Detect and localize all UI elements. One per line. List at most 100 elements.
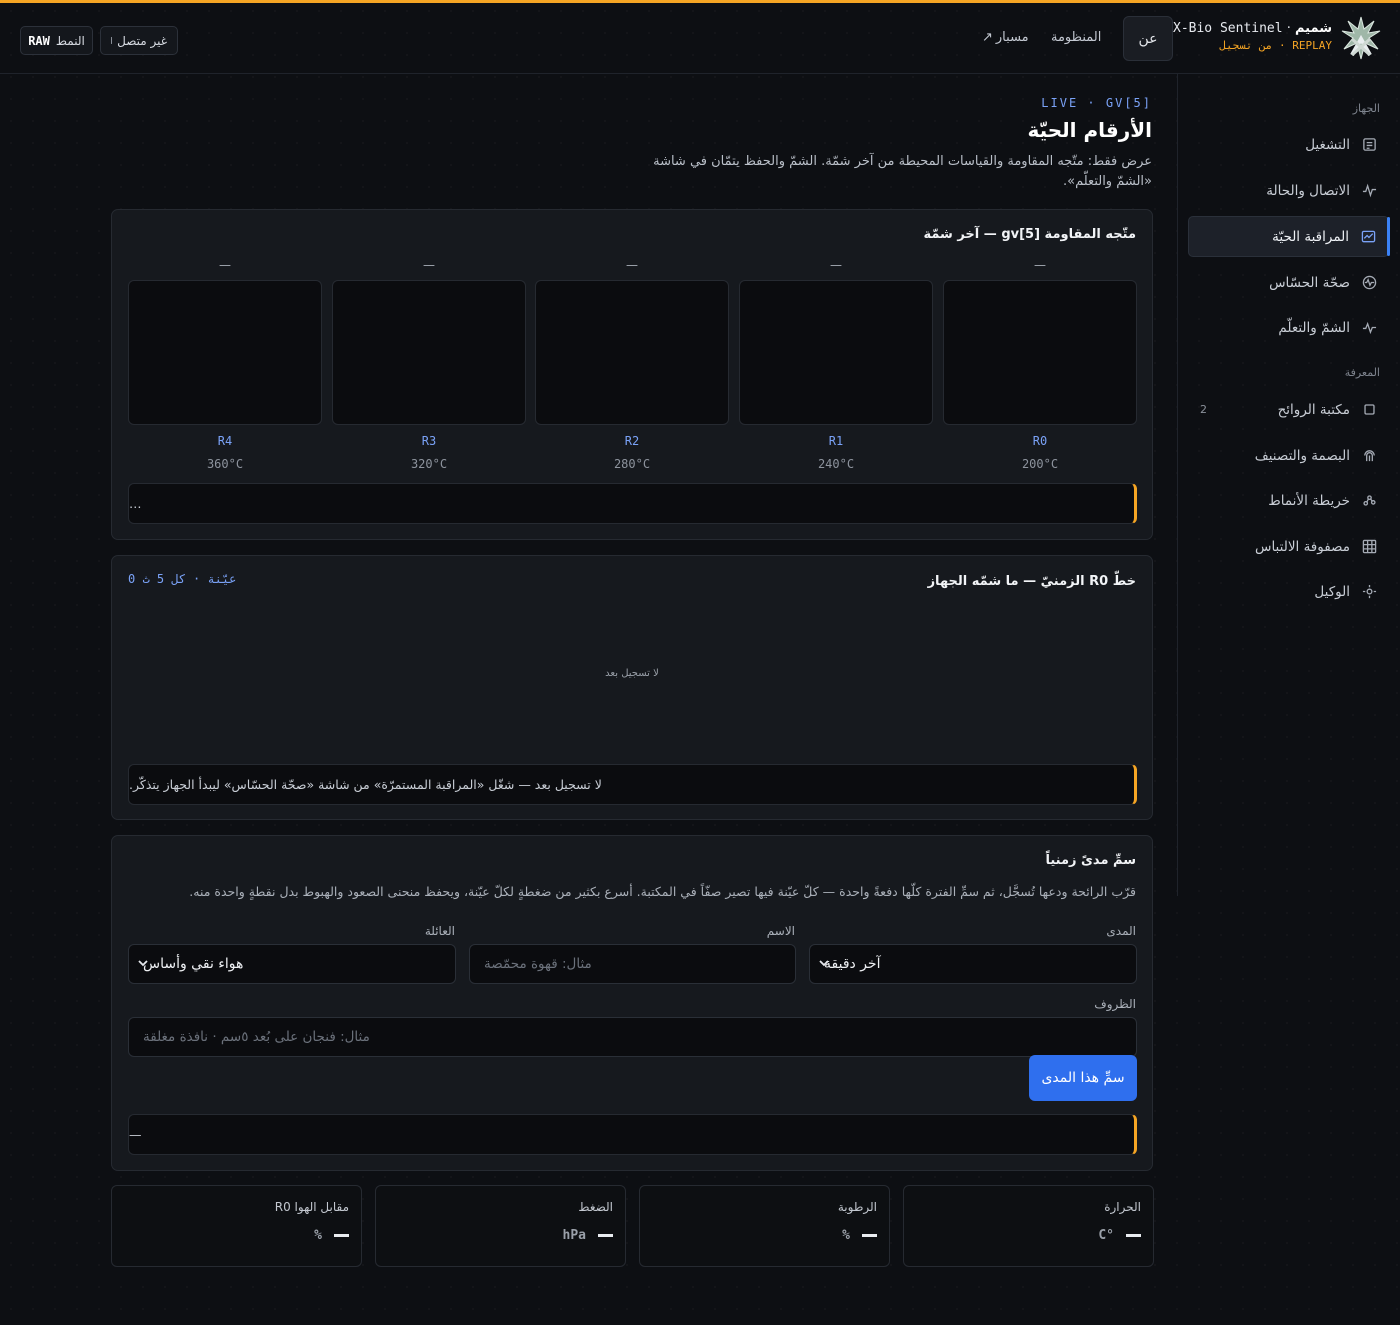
stat-unit: % (842, 1228, 850, 1243)
stat-humidity: الرطوبة % (639, 1185, 890, 1267)
chevron-down-icon (138, 960, 148, 967)
sensor-temp: 280°C (613, 457, 651, 471)
stat-label: الضغط (578, 1200, 613, 1214)
sensor-gauge (943, 280, 1137, 425)
card-description: قرّب الرائحة ودعها تُسجَّل، ثم سمِّ الفت… (189, 884, 1136, 899)
sensor-temp: 200°C (1021, 457, 1059, 471)
sidebar-item-live-monitoring[interactable]: المراقبة الحيّة (1188, 216, 1390, 257)
nav-system-link[interactable]: المنظومة (1051, 30, 1101, 45)
sensor-gauge (739, 280, 933, 425)
mode-toggle-button[interactable]: RAW النمط (20, 26, 93, 55)
app-header: شميم · X-Bio Sentinel REPLAY · من تسجيل … (0, 3, 1400, 74)
sensor-value: — (423, 258, 435, 272)
sensor-label: R2 (624, 434, 640, 448)
name-input[interactable]: مثال: قهوة محمّصة (469, 944, 796, 984)
stat-empty-dash (334, 1234, 349, 1237)
card-title: خطّ R0 الزمنيّ — ما شمّه الجهاز (927, 574, 1136, 589)
resistance-message: … (128, 483, 1137, 524)
r0-timeline-card: خطّ R0 الزمنيّ — ما شمّه الجهاز 0 عيّنة … (111, 555, 1153, 820)
mode-value: RAW (28, 33, 50, 48)
grid-icon (1361, 539, 1377, 555)
brand-name: شميم (1294, 21, 1332, 36)
sidebar-item-odor-library[interactable]: مكتبة الروائح 2 (1188, 389, 1389, 430)
label-range-card: سمِّ مدىً زمنياً قرّب الرائحة ودعها تُسج… (111, 835, 1153, 1171)
sidebar-item-agent[interactable]: الوكيل (1188, 571, 1389, 612)
mode-prefix: النمط (55, 33, 85, 48)
stat-r0-vs-air: R0 مقابل الهوا % (111, 1185, 362, 1267)
sidebar-item-sensor-health[interactable]: صحّة الحسّاس (1188, 262, 1389, 303)
document-icon (1361, 137, 1377, 153)
sidebar-item-pattern-map[interactable]: خريطة الأنماط (1188, 480, 1389, 521)
stat-empty-dash (1126, 1234, 1141, 1237)
page-description: عرض فقط: متّجه المقاومة والقياسات المحيط… (653, 154, 1152, 189)
stat-empty-dash (598, 1234, 613, 1237)
conditions-input[interactable]: مثال: فنجان على بُعد ٥سم · نافذة مغلقة (128, 1017, 1137, 1057)
brand: شميم · X-Bio Sentinel REPLAY · من تسجيل (1173, 21, 1332, 52)
sidebar-item-run[interactable]: التشغيل (1188, 124, 1389, 165)
sensor-value: — (626, 258, 638, 272)
sidebar-item-label: خريطة الأنماط (1268, 492, 1350, 509)
sidebar-item-fingerprint[interactable]: البصمة والتصنيف (1188, 435, 1389, 476)
sidebar-item-label: التشغيل (1305, 136, 1350, 153)
brand-mode-note: من تسجيل (1219, 39, 1273, 52)
fingerprint-icon (1361, 448, 1377, 464)
sidebar-item-confusion-matrix[interactable]: مصفوفة الالتباس (1188, 526, 1389, 567)
sparkle-icon (1361, 320, 1377, 336)
connection-status-pill[interactable]: غير متصل (100, 26, 178, 55)
chevron-down-icon (819, 960, 829, 967)
square-icon (1361, 402, 1377, 418)
about-button[interactable]: عن (1123, 16, 1173, 61)
timeline-message: لا تسجيل بعد — شغّل «المراقبة المستمرّة»… (128, 764, 1137, 805)
sensor-gauge (332, 280, 526, 425)
sidebar-item-connection[interactable]: الاتصال والحالة (1188, 170, 1389, 211)
sidebar-item-smell-learn[interactable]: الشمّ والتعلّم (1188, 307, 1389, 348)
stat-pressure: الضغط hPa (375, 1185, 626, 1267)
resistance-vector-card: متّجه المقاومة gv[5] — آخر شمّة — R0 200… (111, 209, 1153, 540)
sensor-r0: — R0 200°C (943, 258, 1137, 471)
stat-label: الحرارة (1104, 1200, 1141, 1214)
brand-product: X-Bio Sentinel (1173, 21, 1283, 36)
sidebar: الجهاز التشغيل الاتصال والحالة المراقبة … (1177, 74, 1400, 896)
sensor-value: — (219, 258, 231, 272)
sensor-r3: — R3 320°C (332, 258, 526, 471)
sidebar-item-label: مصفوفة الالتباس (1254, 538, 1350, 555)
sensor-temp: 360°C (206, 457, 244, 471)
sidebar-item-label: الوكيل (1314, 583, 1350, 600)
family-value: هواء نقي وأساس (143, 956, 244, 972)
arrow-up-right-icon: ↗ (982, 30, 993, 45)
sensor-temp: 240°C (817, 457, 855, 471)
label-message: — (128, 1114, 1137, 1155)
page-title: الأرقام الحيّة (1027, 118, 1152, 142)
nav-path-link[interactable]: ↗ مسبار (982, 30, 1029, 45)
card-title: متّجه المقاومة gv[5] — آخر شمّة (923, 227, 1136, 242)
sensor-r1: — R1 240°C (739, 258, 933, 471)
agent-icon (1361, 584, 1377, 600)
brand-mode: REPLAY (1292, 39, 1332, 52)
sensor-value: — (830, 258, 842, 272)
stat-unit: hPa (562, 1228, 586, 1243)
label-range-button[interactable]: سمِّ هذا المدى (1029, 1055, 1137, 1101)
sensor-gauge (128, 280, 322, 425)
sensor-r4: — R4 360°C (128, 258, 322, 471)
sensor-label: R3 (421, 434, 437, 448)
stat-temperature: الحرارة C° (903, 1185, 1154, 1267)
family-label: العائلة (424, 924, 455, 938)
conditions-label: الظروف (1094, 997, 1136, 1011)
sidebar-item-label: مكتبة الروائح (1277, 401, 1350, 418)
timeline-empty-state: لا تسجيل بعد (605, 668, 659, 679)
stat-unit: % (314, 1228, 322, 1243)
sidebar-section-device: الجهاز (1352, 102, 1380, 115)
sensor-label: R1 (828, 434, 844, 448)
sidebar-item-label: البصمة والتصنيف (1254, 447, 1350, 464)
range-label: المدى (1106, 924, 1136, 938)
range-select[interactable]: آخر دقيقة (809, 944, 1137, 984)
count-badge: 2 (1200, 403, 1207, 416)
name-label: الاسم (766, 924, 795, 938)
stat-label: الرطوبة (837, 1200, 877, 1214)
sidebar-item-label: المراقبة الحيّة (1272, 228, 1349, 245)
family-select[interactable]: هواء نقي وأساس (128, 944, 456, 984)
stat-label: R0 مقابل الهوا (274, 1200, 349, 1214)
sensor-gauge (535, 280, 729, 425)
stat-empty-dash (862, 1234, 877, 1237)
sensor-temp: 320°C (410, 457, 448, 471)
